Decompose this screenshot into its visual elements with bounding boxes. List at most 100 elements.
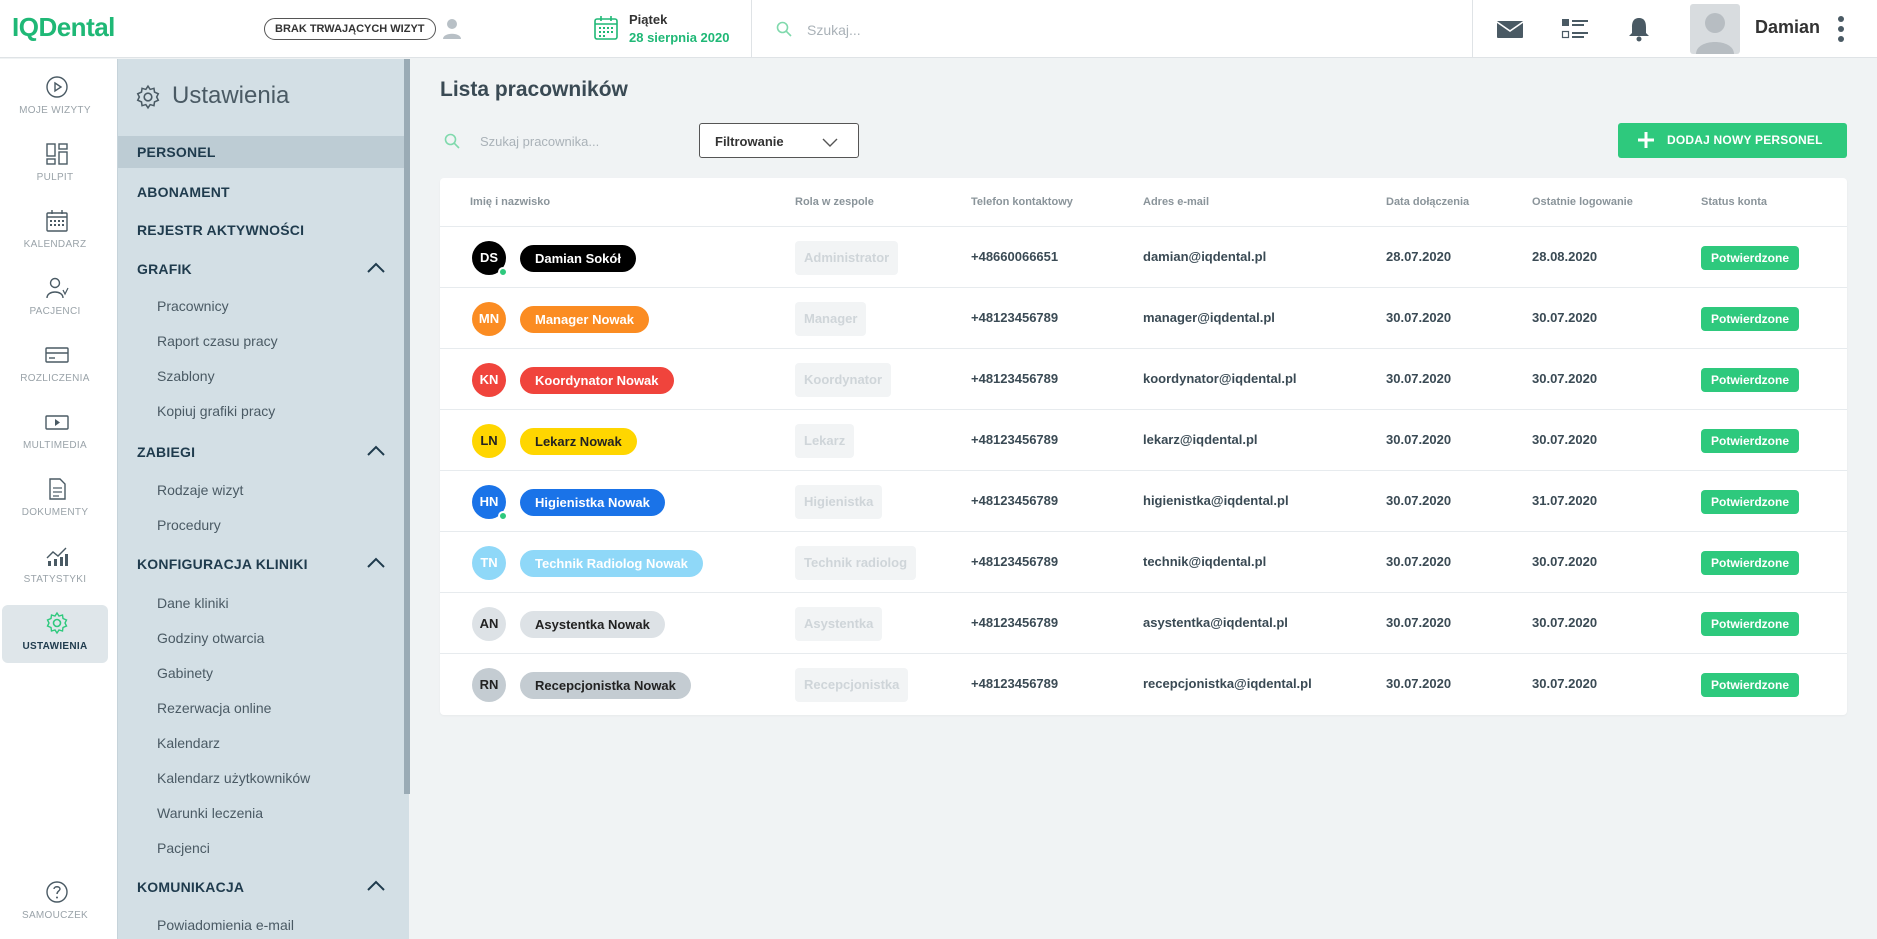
employee-name[interactable]: Lekarz Nowak	[520, 428, 637, 455]
employee-email[interactable]: koordynator@iqdental.pl	[1143, 371, 1297, 386]
table-row[interactable]: DS Damian Sokół Administrator +48660066651 d…	[440, 226, 1847, 287]
employee-email[interactable]: technik@iqdental.pl	[1143, 554, 1266, 569]
global-search-input[interactable]	[775, 18, 1155, 42]
settings-item-rodzaje-wizyt[interactable]: Rodzaje wizyt	[157, 482, 243, 498]
settings-item-powiadomienia[interactable]: Powiadomienia e-mail	[157, 917, 294, 933]
table-row[interactable]: MN Manager Nowak Manager +48123456789 manage…	[440, 287, 1847, 348]
employee-avatar[interactable]: LN	[472, 424, 506, 458]
username[interactable]: Damian	[1755, 17, 1820, 38]
nav-pulpit[interactable]: PULPIT	[2, 136, 108, 194]
employee-avatar[interactable]: AN	[472, 607, 506, 641]
employee-joined: 28.07.2020	[1386, 249, 1452, 264]
column-header-last-login[interactable]: Ostatnie logowanie	[1532, 196, 1633, 208]
table-row[interactable]: AN Asystentka Nowak Asystentka +48123456789…	[440, 592, 1847, 653]
employee-search-input[interactable]	[480, 128, 660, 154]
column-header-name[interactable]: Imię i nazwisko	[470, 196, 550, 208]
employee-email[interactable]: manager@iqdental.pl	[1143, 310, 1275, 325]
employee-name[interactable]: Damian Sokół	[520, 245, 636, 272]
settings-section-komunikacja[interactable]: KOMUNIKACJA	[118, 871, 404, 903]
nav-rozliczenia[interactable]: ROZLICZENIA	[2, 337, 108, 395]
nav-statystyki[interactable]: STATYSTYKI	[2, 538, 108, 596]
settings-item-raport[interactable]: Raport czasu pracy	[157, 333, 278, 349]
column-header-role[interactable]: Rola w zespole	[795, 196, 874, 208]
employee-role: Asystentka	[795, 607, 883, 641]
employee-avatar[interactable]: MN	[472, 302, 506, 336]
nav-pacjenci[interactable]: PACJENCI	[2, 270, 108, 328]
nav-dokumenty[interactable]: DOKUMENTY	[2, 471, 108, 529]
section-label: KONFIGURACJA KLINIKI	[137, 556, 308, 572]
app-logo[interactable]: IQDental	[12, 12, 115, 43]
settings-item-kalendarz[interactable]: Kalendarz	[157, 735, 220, 751]
column-header-status[interactable]: Status konta	[1701, 196, 1767, 208]
nav-kalendarz[interactable]: KALENDARZ	[2, 203, 108, 261]
nav-label: KALENDARZ	[23, 239, 87, 250]
employee-name[interactable]: Koordynator Nowak	[520, 367, 674, 394]
table-row[interactable]: RN Recepcjonistka Nowak Recepcjonistka +481…	[440, 653, 1847, 714]
user-icon[interactable]	[442, 18, 462, 40]
employee-email[interactable]: asystentka@iqdental.pl	[1143, 615, 1288, 630]
settings-item-rezerwacja[interactable]: Rezerwacja online	[157, 700, 271, 716]
mail-icon[interactable]	[1495, 16, 1525, 42]
settings-section-zabiegi[interactable]: ZABIEGI	[118, 436, 404, 468]
kebab-menu-icon[interactable]	[1836, 14, 1846, 44]
employee-name[interactable]: Asystentka Nowak	[520, 611, 665, 638]
employee-avatar[interactable]: RN	[472, 668, 506, 702]
employee-phone: +48123456789	[971, 310, 1059, 325]
user-avatar[interactable]	[1690, 4, 1740, 54]
settings-item-kalendarz-uzytkownikow[interactable]: Kalendarz użytkowników	[157, 770, 310, 786]
chevron-up-icon	[367, 262, 385, 273]
nav-moje-wizyty[interactable]: MOJE WIZYTY	[2, 69, 108, 127]
column-header-joined[interactable]: Data dołączenia	[1386, 196, 1469, 208]
settings-item-gabinety[interactable]: Gabinety	[157, 665, 213, 681]
nav-multimedia[interactable]: MULTIMEDIA	[2, 404, 108, 462]
employee-name[interactable]: Recepcjonistka Nowak	[520, 672, 691, 699]
employee-email[interactable]: lekarz@iqdental.pl	[1143, 432, 1258, 447]
status-badge: Potwierdzone	[1701, 307, 1800, 331]
chevron-up-icon	[367, 445, 385, 456]
employee-email[interactable]: recepcjonistka@iqdental.pl	[1143, 676, 1312, 691]
settings-item-pracownicy[interactable]: Pracownicy	[157, 298, 229, 314]
page-title: Lista pracowników	[440, 78, 628, 101]
status-badge: Potwierdzone	[1701, 612, 1800, 636]
settings-item-kopiuj[interactable]: Kopiuj grafiki pracy	[157, 403, 275, 419]
employee-name[interactable]: Technik Radiolog Nowak	[520, 550, 703, 577]
document-icon	[49, 478, 66, 500]
column-header-email[interactable]: Adres e-mail	[1143, 196, 1209, 208]
add-personnel-button[interactable]: DODAJ NOWY PERSONEL	[1618, 123, 1847, 158]
employee-name[interactable]: Higienistka Nowak	[520, 489, 665, 516]
nav-samouczek[interactable]: SAMOUCZEK	[2, 874, 108, 932]
settings-item-szablony[interactable]: Szablony	[157, 368, 215, 384]
employee-name[interactable]: Manager Nowak	[520, 306, 649, 333]
task-list-icon[interactable]	[1560, 16, 1590, 42]
employee-last-login: 30.07.2020	[1532, 432, 1598, 447]
settings-section-konfiguracja[interactable]: KONFIGURACJA KLINIKI	[118, 548, 404, 580]
settings-section-personel[interactable]: PERSONEL	[118, 136, 404, 168]
employee-avatar[interactable]: TN	[472, 546, 506, 580]
patients-icon	[46, 277, 69, 299]
settings-section-abonament[interactable]: ABONAMENT	[118, 176, 404, 208]
settings-section-grafik[interactable]: GRAFIK	[118, 253, 404, 285]
nav-ustawienia[interactable]: USTAWIENIA	[2, 605, 108, 663]
table-row[interactable]: TN Technik Radiolog Nowak Technik radiolog…	[440, 531, 1847, 592]
bell-icon[interactable]	[1624, 16, 1654, 42]
settings-item-pacjenci[interactable]: Pacjenci	[157, 840, 210, 856]
employee-email[interactable]: damian@iqdental.pl	[1143, 249, 1266, 264]
employee-joined: 30.07.2020	[1386, 432, 1452, 447]
avatar-placeholder-icon	[1696, 13, 1734, 54]
settings-section-rejestr[interactable]: REJESTR AKTYWNOŚCI	[118, 214, 404, 246]
visit-status-pill[interactable]: BRAK TRWAJĄCYCH WIZYT	[264, 18, 436, 40]
settings-item-procedury[interactable]: Procedury	[157, 517, 221, 533]
employee-avatar[interactable]: KN	[472, 363, 506, 397]
employee-phone: +48660066651	[971, 249, 1059, 264]
table-row[interactable]: HN Higienistka Nowak Higienistka +481234567…	[440, 470, 1847, 531]
filter-dropdown[interactable]: Filtrowanie	[699, 123, 859, 158]
settings-item-dane-kliniki[interactable]: Dane kliniki	[157, 595, 229, 611]
column-header-phone[interactable]: Telefon kontaktowy	[971, 196, 1073, 208]
settings-item-warunki[interactable]: Warunki leczenia	[157, 805, 263, 821]
employee-last-login: 30.07.2020	[1532, 371, 1598, 386]
sidebar-scrollbar[interactable]	[404, 59, 410, 794]
employee-email[interactable]: higienistka@iqdental.pl	[1143, 493, 1289, 508]
table-row[interactable]: KN Koordynator Nowak Koordynator +481234567…	[440, 348, 1847, 409]
settings-item-godziny[interactable]: Godziny otwarcia	[157, 630, 264, 646]
table-row[interactable]: LN Lekarz Nowak Lekarz +48123456789 lekarz@i…	[440, 409, 1847, 470]
